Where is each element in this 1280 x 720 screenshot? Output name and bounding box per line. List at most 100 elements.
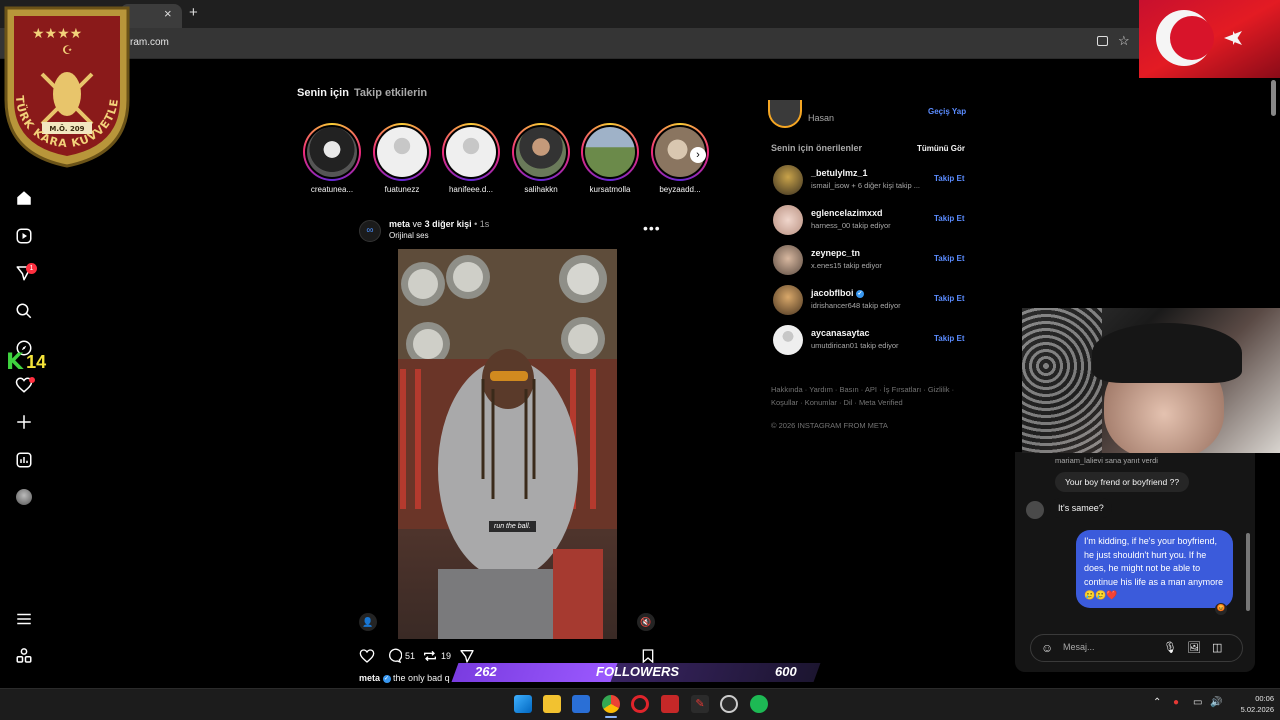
- follow-button[interactable]: Takip Et: [934, 334, 965, 343]
- pin-app-icon[interactable]: ✎: [691, 695, 709, 713]
- post-audio[interactable]: Orijinal ses: [389, 231, 429, 240]
- suggestion-avatar[interactable]: [773, 205, 803, 235]
- story-username: creatunea...: [310, 185, 354, 194]
- message-input[interactable]: [1063, 642, 1153, 652]
- repost-button[interactable]: 19: [422, 648, 451, 664]
- system-clock[interactable]: 00:06 5.02.2026: [1238, 693, 1274, 715]
- home-icon[interactable]: [15, 189, 33, 207]
- messages-count-badge: 1: [26, 263, 37, 274]
- profile-avatar[interactable]: [16, 489, 32, 505]
- follow-button[interactable]: Takip Et: [934, 174, 965, 183]
- reels-icon[interactable]: [15, 227, 33, 245]
- mute-toggle-icon[interactable]: 🔇: [637, 613, 655, 631]
- webcam-feed: [1022, 308, 1280, 453]
- caption-user[interactable]: meta: [359, 673, 380, 683]
- suggestion-name[interactable]: jacobflboi ✓: [811, 288, 865, 298]
- suggestion-avatar[interactable]: [773, 245, 803, 275]
- see-all-link[interactable]: Tümünü Gör: [917, 144, 965, 153]
- comment-button[interactable]: 51: [386, 648, 415, 664]
- dashboard-chart-icon[interactable]: [15, 451, 33, 469]
- microphone-icon[interactable]: 🎙: [1163, 641, 1177, 654]
- meta-logo-avatar[interactable]: ∞: [359, 220, 381, 242]
- switch-account-link[interactable]: Geçiş Yap: [928, 107, 966, 116]
- close-tab-icon[interactable]: ×: [164, 6, 172, 21]
- suggestion-name[interactable]: _betulylmz_1: [811, 168, 868, 178]
- stories-next-button[interactable]: ›: [690, 147, 706, 163]
- mail-app-icon[interactable]: [572, 695, 590, 713]
- webcam-wall-art: [1022, 308, 1102, 453]
- heart-icon: [359, 649, 375, 663]
- post-author[interactable]: meta: [389, 219, 410, 229]
- tray-volume-icon[interactable]: 🔊: [1210, 697, 1222, 708]
- suggestion-meta: umutdirican01 takip ediyor: [811, 341, 899, 350]
- install-app-icon[interactable]: [1097, 36, 1108, 46]
- quoted-message[interactable]: Your boy frend or boyfriend ??: [1055, 472, 1190, 492]
- suggestion-avatar[interactable]: [773, 285, 803, 315]
- opera-icon[interactable]: [631, 695, 649, 713]
- file-explorer-icon[interactable]: [543, 695, 561, 713]
- suggestion-name[interactable]: aycanasaytac: [811, 328, 870, 338]
- tab-following[interactable]: Takip etkilerin: [354, 87, 427, 99]
- post-video[interactable]: run the ball. 👤 🔇: [351, 249, 663, 639]
- post-more-options-icon[interactable]: •••: [643, 220, 661, 236]
- post-photo: [398, 249, 617, 639]
- incoming-message[interactable]: It's samee?: [1050, 498, 1112, 518]
- like-button[interactable]: [359, 648, 375, 664]
- post-others[interactable]: 3 diğer kişi: [425, 219, 472, 229]
- story-item[interactable]: creatunea...: [302, 123, 362, 194]
- tray-display-icon[interactable]: ▭: [1193, 697, 1202, 708]
- footer-links[interactable]: Hakkında · Yardım · Basın · API · İş Fır…: [771, 383, 971, 409]
- suggestion-name[interactable]: eglencelazimxxd: [811, 208, 883, 218]
- new-tab-button[interactable]: +: [189, 4, 198, 21]
- save-button[interactable]: [640, 648, 656, 664]
- outgoing-message[interactable]: I'm kidding, if he's your boyfriend, he …: [1076, 530, 1233, 608]
- spotify-icon[interactable]: [750, 695, 768, 713]
- caption-text: the only bad q: [393, 673, 450, 683]
- message-reaction[interactable]: 😡: [1215, 603, 1227, 615]
- page-scrollbar[interactable]: [1271, 80, 1276, 116]
- chrome-icon[interactable]: [602, 695, 620, 713]
- bookmark-icon: [642, 649, 654, 664]
- k14-number: 14: [26, 352, 47, 372]
- bookmark-star-icon[interactable]: ☆: [1118, 33, 1130, 49]
- svg-text:★★★★: ★★★★: [32, 26, 82, 42]
- chat-scrollbar[interactable]: [1246, 533, 1250, 611]
- tagged-user-icon[interactable]: 👤: [359, 613, 377, 631]
- image-attach-icon[interactable]: 🖼: [1187, 641, 1201, 654]
- repost-icon: [424, 650, 436, 662]
- tray-mic-icon[interactable]: ●: [1173, 697, 1179, 708]
- search-icon[interactable]: [15, 302, 33, 320]
- followers-label: FOLLOWERS: [596, 664, 680, 679]
- create-plus-icon[interactable]: [15, 413, 33, 431]
- repost-count: 19: [441, 651, 452, 661]
- suggestion-row: _betulylmz_1 ismail_isow + 6 diğer kişi …: [773, 165, 965, 195]
- steam-icon[interactable]: [720, 695, 738, 713]
- address-url[interactable]: ram.com: [130, 37, 169, 48]
- comment-count: 51: [405, 651, 416, 661]
- share-button[interactable]: [459, 648, 475, 664]
- follow-button[interactable]: Takip Et: [934, 254, 965, 263]
- windows-start-icon[interactable]: [514, 695, 532, 713]
- threads-apps-icon[interactable]: [15, 647, 33, 665]
- more-menu-icon[interactable]: [15, 610, 33, 628]
- chat-partner-avatar[interactable]: [1026, 501, 1044, 519]
- address-bar[interactable]: [0, 28, 1280, 58]
- notifications-dot: [29, 377, 35, 383]
- obs-app-icon[interactable]: [661, 695, 679, 713]
- suggestion-row: aycanasaytac umutdirican01 takip ediyor …: [773, 325, 965, 355]
- story-item[interactable]: hanifeee.d...: [441, 123, 501, 194]
- tray-overflow-icon[interactable]: ⌃: [1153, 697, 1161, 708]
- suggestion-avatar[interactable]: [773, 325, 803, 355]
- story-username: fuatunezz: [384, 185, 420, 194]
- follow-button[interactable]: Takip Et: [934, 294, 965, 303]
- current-user-avatar[interactable]: [768, 100, 802, 128]
- story-item[interactable]: fuatunezz: [372, 123, 432, 194]
- suggestion-avatar[interactable]: [773, 165, 803, 195]
- suggestion-name[interactable]: zeynepc_tn: [811, 248, 860, 258]
- emoji-icon[interactable]: ☺: [1041, 641, 1053, 655]
- sticker-icon[interactable]: ◫: [1212, 641, 1222, 654]
- follow-button[interactable]: Takip Et: [934, 214, 965, 223]
- story-item[interactable]: salihakkn: [511, 123, 571, 194]
- tab-for-you[interactable]: Senin için: [297, 87, 349, 99]
- story-item[interactable]: kursatmolla: [580, 123, 640, 194]
